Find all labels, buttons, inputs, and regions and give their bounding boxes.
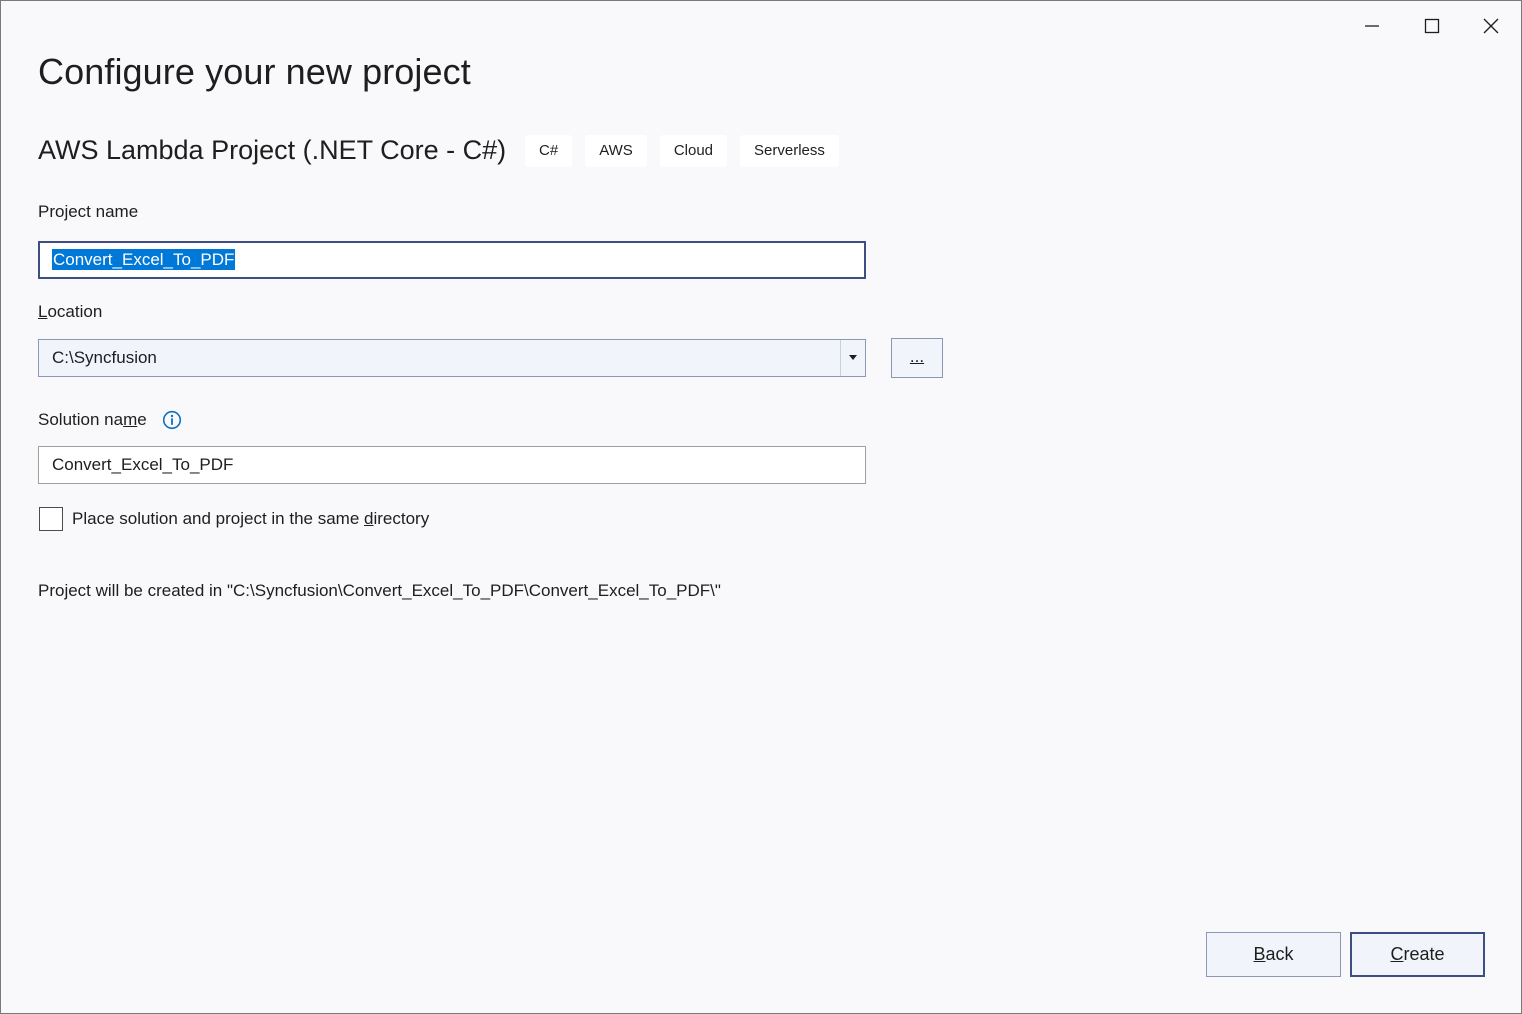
back-button[interactable]: Back: [1206, 932, 1341, 977]
location-combobox[interactable]: C:\Syncfusion: [38, 339, 866, 377]
info-icon[interactable]: [162, 410, 182, 430]
solution-name-label-prefix: Solution na: [38, 410, 123, 429]
back-access-key: B: [1253, 944, 1265, 964]
tag-serverless: Serverless: [740, 135, 839, 167]
solution-name-input[interactable]: Convert_Excel_To_PDF: [38, 446, 866, 484]
same-directory-checkbox[interactable]: [39, 507, 63, 531]
browse-button[interactable]: ...: [891, 338, 943, 378]
close-button[interactable]: [1468, 7, 1514, 45]
location-label-rest: ocation: [47, 302, 102, 321]
maximize-button[interactable]: [1409, 7, 1455, 45]
same-directory-label-rest: irectory: [373, 509, 429, 528]
project-name-value: Convert_Excel_To_PDF: [52, 249, 235, 270]
dropdown-arrow[interactable]: [840, 340, 865, 376]
minimize-button[interactable]: [1349, 7, 1395, 45]
same-directory-label-prefix: Place solution and project in the same: [72, 509, 364, 528]
back-label-rest: ack: [1266, 944, 1294, 964]
page-title: Configure your new project: [38, 51, 471, 93]
maximize-icon: [1424, 18, 1440, 34]
create-label-rest: reate: [1403, 944, 1444, 964]
solution-name-label: Solution name: [38, 410, 147, 430]
solution-name-label-rest: e: [137, 410, 146, 429]
dialog-window: Configure your new project AWS Lambda Pr…: [0, 0, 1522, 1014]
solution-name-value: Convert_Excel_To_PDF: [52, 455, 233, 474]
create-access-key: C: [1390, 944, 1403, 964]
solution-name-label-access-key: m: [123, 410, 137, 429]
tag-cloud: Cloud: [660, 135, 727, 167]
project-name-input[interactable]: Convert_Excel_To_PDF: [38, 241, 866, 279]
same-directory-label[interactable]: Place solution and project in the same d…: [72, 509, 429, 529]
close-icon: [1483, 18, 1499, 34]
template-name: AWS Lambda Project (.NET Core - C#): [38, 135, 506, 166]
minimize-icon: [1364, 18, 1380, 34]
location-label: Location: [38, 302, 102, 322]
template-tags: C# AWS Cloud Serverless: [525, 135, 839, 167]
tag-csharp: C#: [525, 135, 572, 167]
tag-aws: AWS: [585, 135, 647, 167]
chevron-down-icon: [848, 355, 858, 361]
project-path-info: Project will be created in "C:\Syncfusio…: [38, 581, 721, 601]
location-value: C:\Syncfusion: [52, 348, 157, 367]
create-button[interactable]: Create: [1350, 932, 1485, 977]
project-name-label: Project name: [38, 202, 138, 222]
